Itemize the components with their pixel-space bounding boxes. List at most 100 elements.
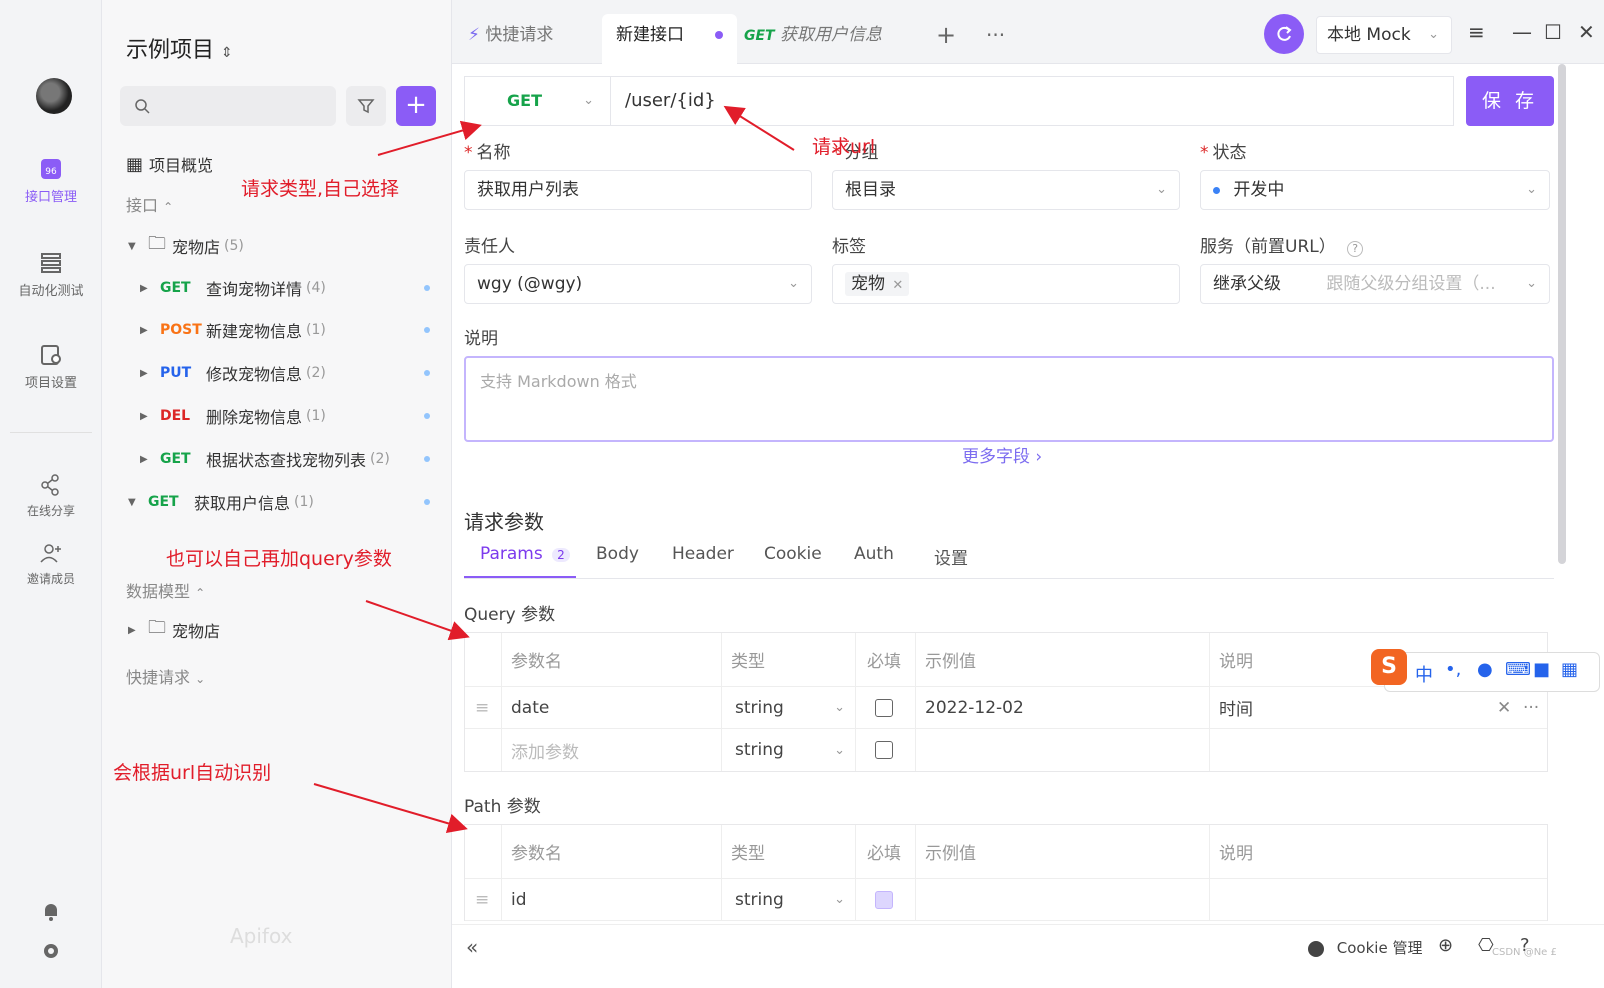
param-type-select[interactable]: string ⌄ bbox=[735, 687, 845, 728]
tag-remove-icon[interactable]: ✕ bbox=[892, 278, 903, 293]
more-tabs-button[interactable]: ··· bbox=[986, 14, 1005, 64]
save-button[interactable]: 保 存 bbox=[1466, 76, 1554, 126]
owner-select[interactable]: wgy (@wgy) ⌄ bbox=[464, 264, 812, 304]
cookie-manager-button[interactable]: Cookie 管理 bbox=[1308, 937, 1422, 958]
apps-icon[interactable]: ▦ bbox=[1561, 659, 1578, 680]
method-badge: DEL bbox=[160, 408, 191, 424]
required-checkbox[interactable] bbox=[875, 687, 893, 728]
filter-icon bbox=[357, 99, 375, 114]
param-name[interactable]: date bbox=[511, 687, 549, 728]
status-dot bbox=[424, 285, 430, 291]
filter-button[interactable] bbox=[346, 86, 386, 126]
param-desc[interactable]: 时间 bbox=[1219, 687, 1253, 728]
tab-get-user[interactable]: GET 获取用户信息 bbox=[744, 14, 882, 64]
description-textarea[interactable]: 支持 Markdown 格式 bbox=[464, 356, 1554, 442]
env-select[interactable]: 本地 Mock ⌄ bbox=[1316, 16, 1452, 54]
section-models[interactable]: 数据模型 ⌃ bbox=[126, 578, 205, 602]
minimize-button[interactable]: — bbox=[1512, 20, 1532, 44]
api-sidebar: 示例项目 ⇕ + ▦ 项目概览 接口 ⌃ ▼ 🗀 宠物店 (5) ▶ GET 查… bbox=[102, 0, 452, 988]
tag-chip-label: 宠物 bbox=[851, 274, 885, 294]
api-item[interactable]: ▶ PUT 修改宠物信息 (2) bbox=[102, 355, 452, 391]
punct-icon[interactable]: •, bbox=[1445, 659, 1461, 680]
tab-cookie[interactable]: Cookie bbox=[764, 544, 822, 564]
api-name: 新建宠物信息 bbox=[206, 322, 303, 341]
table-row[interactable]: ≡ id string ⌄ bbox=[465, 879, 1547, 921]
tab-quick-request[interactable]: ⚡ 快捷请求 bbox=[468, 14, 553, 64]
delete-row-icon[interactable]: ✕ bbox=[1497, 687, 1511, 728]
row-more-icon[interactable]: ··· bbox=[1523, 687, 1539, 728]
rail-item-share[interactable]: 在线分享 bbox=[0, 474, 102, 519]
api-item[interactable]: ▶ GET 根据状态查找宠物列表 (2) bbox=[102, 441, 452, 477]
drag-handle-icon[interactable]: ≡ bbox=[475, 687, 489, 728]
caret-right-icon: ▶ bbox=[140, 367, 148, 379]
bell-icon[interactable] bbox=[40, 900, 62, 922]
tab-body[interactable]: Body bbox=[596, 544, 639, 564]
upload-icon[interactable]: ⊕ bbox=[1438, 935, 1453, 956]
param-type-select[interactable]: string ⌄ bbox=[735, 879, 845, 920]
drag-handle-icon[interactable]: ≡ bbox=[475, 879, 489, 920]
tab-get-user-label: 获取用户信息 bbox=[780, 25, 883, 45]
required-checkbox[interactable] bbox=[875, 729, 893, 771]
api-item[interactable]: ▶ DEL 删除宠物信息 (1) bbox=[102, 398, 452, 434]
new-tab-button[interactable]: + bbox=[936, 14, 956, 64]
api-name: 获取用户信息 bbox=[194, 494, 291, 513]
help-icon[interactable]: ? bbox=[1347, 241, 1364, 257]
tab-auth[interactable]: Auth bbox=[854, 544, 894, 564]
collapse-sidebar-icon[interactable]: « bbox=[466, 935, 478, 959]
param-name[interactable]: id bbox=[511, 879, 527, 920]
svg-text:96: 96 bbox=[45, 167, 57, 177]
ime-toolbar[interactable]: S 中 •, ● ⌨ ■ ▦ bbox=[1371, 649, 1600, 692]
search-input[interactable] bbox=[120, 86, 336, 126]
section-api[interactable]: 接口 ⌃ bbox=[126, 192, 173, 216]
param-type-select[interactable]: string ⌄ bbox=[735, 729, 845, 771]
rail-label-api: 接口管理 bbox=[24, 190, 77, 205]
mic-icon[interactable]: ● bbox=[1477, 659, 1493, 680]
status-select[interactable]: 开发中 ⌄ bbox=[1200, 170, 1550, 210]
tab-settings[interactable]: 设置 bbox=[934, 544, 968, 569]
table-row[interactable]: ≡ date string ⌄ 2022-12-02 时间 ✕ ··· bbox=[465, 687, 1547, 729]
ime-mode[interactable]: 中 bbox=[1415, 661, 1433, 687]
status-dot bbox=[424, 370, 430, 376]
rail-item-invite[interactable]: 邀请成员 bbox=[0, 542, 102, 587]
maximize-button[interactable]: ☐ bbox=[1544, 20, 1562, 44]
tab-params[interactable]: Params 2 bbox=[480, 544, 570, 564]
table-row-add[interactable]: 添加参数 string ⌄ bbox=[465, 729, 1547, 771]
add-param-input[interactable]: 添加参数 bbox=[511, 729, 579, 771]
section-quick[interactable]: 快捷请求 ⌄ bbox=[126, 664, 205, 688]
api-item-root[interactable]: ▼ GET 获取用户信息 (1) bbox=[102, 484, 452, 520]
rail-item-automation[interactable]: 自动化测试 bbox=[0, 252, 102, 299]
close-button[interactable]: ✕ bbox=[1578, 20, 1595, 44]
rail-item-settings[interactable]: 项目设置 bbox=[0, 344, 102, 391]
gear-icon[interactable] bbox=[40, 940, 62, 962]
name-field[interactable]: 获取用户列表 bbox=[464, 170, 812, 210]
path-params-title: Path 参数 bbox=[464, 797, 541, 817]
sync-button[interactable] bbox=[1264, 14, 1304, 54]
model-folder[interactable]: ▶ 🗀 宠物店 bbox=[102, 612, 452, 648]
group-select[interactable]: 根目录 ⌄ bbox=[832, 170, 1180, 210]
method-select[interactable]: GET ⌄ bbox=[464, 76, 610, 126]
more-fields-link[interactable]: 更多字段 › bbox=[962, 442, 1042, 467]
folder-petstore[interactable]: ▼ 🗀 宠物店 (5) bbox=[102, 228, 452, 264]
tag-input[interactable]: 宠物 ✕ bbox=[832, 264, 1180, 304]
path-params-table: 参数名 类型 必填 示例值 说明 ≡ id string ⌄ bbox=[464, 824, 1548, 921]
rail-label-settings: 项目设置 bbox=[24, 376, 77, 391]
method-badge: POST bbox=[160, 322, 202, 338]
api-item[interactable]: ▶ GET 查询宠物详情 (4) bbox=[102, 270, 452, 306]
param-example[interactable]: 2022-12-02 bbox=[925, 687, 1024, 728]
menu-icon[interactable]: ≡ bbox=[1468, 20, 1485, 44]
skin-icon[interactable]: ■ bbox=[1533, 659, 1550, 680]
project-title[interactable]: 示例项目 ⇕ bbox=[126, 32, 233, 64]
url-input[interactable]: /user/{id} bbox=[610, 76, 1454, 126]
add-api-button[interactable]: + bbox=[396, 86, 436, 126]
keyboard-icon[interactable]: ⌨ bbox=[1505, 659, 1531, 680]
scrollbar[interactable] bbox=[1558, 64, 1566, 564]
folder-name: 宠物店 bbox=[172, 238, 221, 257]
status-dot bbox=[424, 413, 430, 419]
service-select[interactable]: 继承父级 跟随父级分组设置（... ⌄ bbox=[1200, 264, 1550, 304]
caret-right-icon: ▶ bbox=[140, 324, 148, 336]
rail-item-api[interactable]: 96 接口管理 bbox=[0, 158, 102, 205]
tab-new-api[interactable]: 新建接口 bbox=[602, 14, 738, 64]
api-item[interactable]: ▶ POST 新建宠物信息 (1) bbox=[102, 312, 452, 348]
tab-header[interactable]: Header bbox=[672, 544, 734, 564]
avatar[interactable] bbox=[36, 78, 72, 114]
